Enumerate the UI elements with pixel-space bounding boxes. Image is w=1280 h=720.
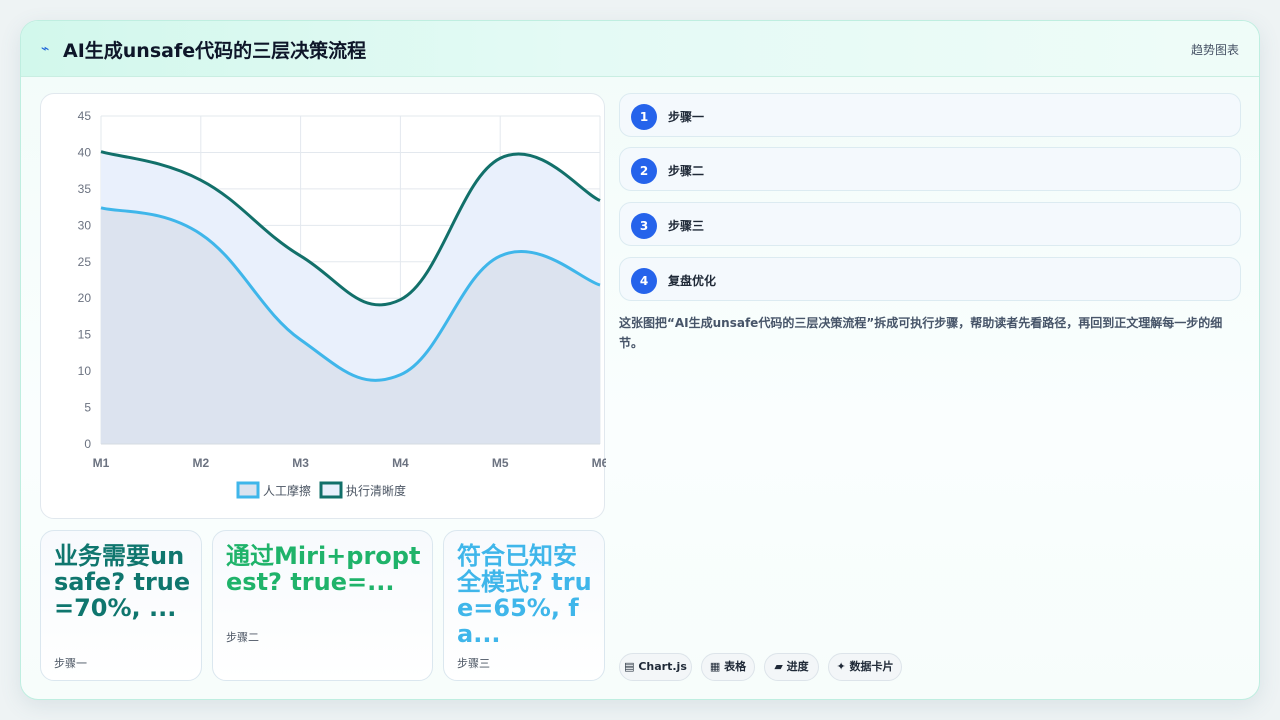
pill-label: 表格 — [724, 660, 747, 673]
stat-card-1: 业务需要unsafe? true=70%, ... 步骤一 — [40, 530, 202, 681]
line-chart: 0 5 10 15 20 25 30 35 40 45 M1 M2 M3 M4 M5 M6 人工摩擦 执行清晰度 — [78, 109, 606, 499]
chartjs-tag-button[interactable]: ▤ Chart.js — [619, 653, 692, 681]
pill-label: 数据卡片 — [849, 660, 894, 673]
step-number-badge: 1 — [631, 104, 657, 130]
progress-tag-button[interactable]: ▰ 进度 — [764, 653, 819, 681]
step-number-badge: 3 — [631, 213, 657, 239]
chart-icon: ▤ — [624, 660, 635, 673]
legend-label: 执行清晰度 — [346, 483, 406, 498]
step-item-3[interactable]: 3 步骤三 — [619, 202, 1241, 246]
x-tick-label: M6 — [592, 456, 606, 470]
step-label: 步骤一 — [668, 110, 705, 124]
sparkle-icon: ✦ — [836, 660, 846, 673]
x-tick-label: M3 — [292, 456, 309, 470]
stat-card-label: 步骤三 — [457, 657, 490, 670]
stat-card-label: 步骤一 — [54, 657, 87, 670]
y-tick-label: 40 — [78, 145, 92, 159]
x-tick-label: M2 — [192, 456, 209, 470]
y-tick-label: 5 — [84, 401, 91, 415]
y-tick-label: 25 — [78, 255, 92, 269]
step-label: 步骤三 — [668, 219, 705, 233]
step-label: 步骤二 — [668, 164, 705, 178]
y-tick-label: 35 — [78, 182, 92, 196]
step-label: 复盘优化 — [668, 274, 717, 288]
trend-icon: ⌁ — [41, 41, 50, 57]
legend-swatch — [319, 481, 343, 499]
pill-label: Chart.js — [638, 660, 687, 673]
data-card-tag-button[interactable]: ✦ 数据卡片 — [828, 653, 902, 681]
stat-card-label: 步骤二 — [226, 631, 259, 644]
step-number-badge: 4 — [631, 268, 657, 294]
table-icon: ▦ — [709, 660, 721, 673]
y-tick-label: 30 — [78, 218, 92, 232]
page-title: AI生成unsafe代码的三层决策流程 — [63, 40, 367, 62]
y-tick-label: 45 — [78, 109, 92, 123]
header-bar: ⌁ AI生成unsafe代码的三层决策流程 趋势图表 — [21, 21, 1259, 77]
stat-card-3: 符合已知安全模式? true=65%, fa... 步骤三 — [443, 530, 605, 681]
table-tag-button[interactable]: ▦ 表格 — [701, 653, 755, 681]
step-number-badge: 2 — [631, 158, 657, 184]
stat-card-text: 符合已知安全模式? true=65%, fa... — [457, 542, 592, 648]
main-card: ⌁ AI生成unsafe代码的三层决策流程 趋势图表 0 5 10 15 20 25 30 3… — [20, 20, 1260, 700]
step-item-4[interactable]: 4 复盘优化 — [619, 257, 1241, 301]
stat-card-2: 通过Miri+proptest? true=... 步骤二 — [212, 530, 433, 681]
chart-type-tag: 趋势图表 — [1190, 43, 1239, 57]
y-tick-label: 10 — [78, 364, 92, 378]
progress-icon: ▰ — [774, 660, 783, 673]
y-tick-label: 20 — [78, 291, 92, 305]
y-tick-label: 0 — [84, 437, 91, 451]
pill-label: 进度 — [786, 660, 809, 673]
step-item-1[interactable]: 1 步骤一 — [619, 93, 1241, 137]
description-text: 这张图把“AI生成unsafe代码的三层决策流程”拆成可执行步骤，帮助读者先看路… — [619, 316, 1223, 350]
stat-card-text: 通过Miri+proptest? true=... — [226, 542, 421, 596]
stat-card-text: 业务需要unsafe? true=70%, ... — [54, 542, 191, 622]
chart-panel: 0 5 10 15 20 25 30 35 40 45 M1 M2 M3 M4 M5 M6 人工摩擦 执行清晰度 — [40, 93, 606, 519]
step-item-2[interactable]: 2 步骤二 — [619, 147, 1241, 191]
y-tick-label: 15 — [78, 328, 92, 342]
legend-swatch — [236, 481, 260, 499]
x-tick-label: M1 — [93, 456, 110, 470]
x-tick-label: M5 — [492, 456, 509, 470]
x-tick-label: M4 — [392, 456, 409, 470]
legend-label: 人工摩擦 — [263, 483, 311, 498]
